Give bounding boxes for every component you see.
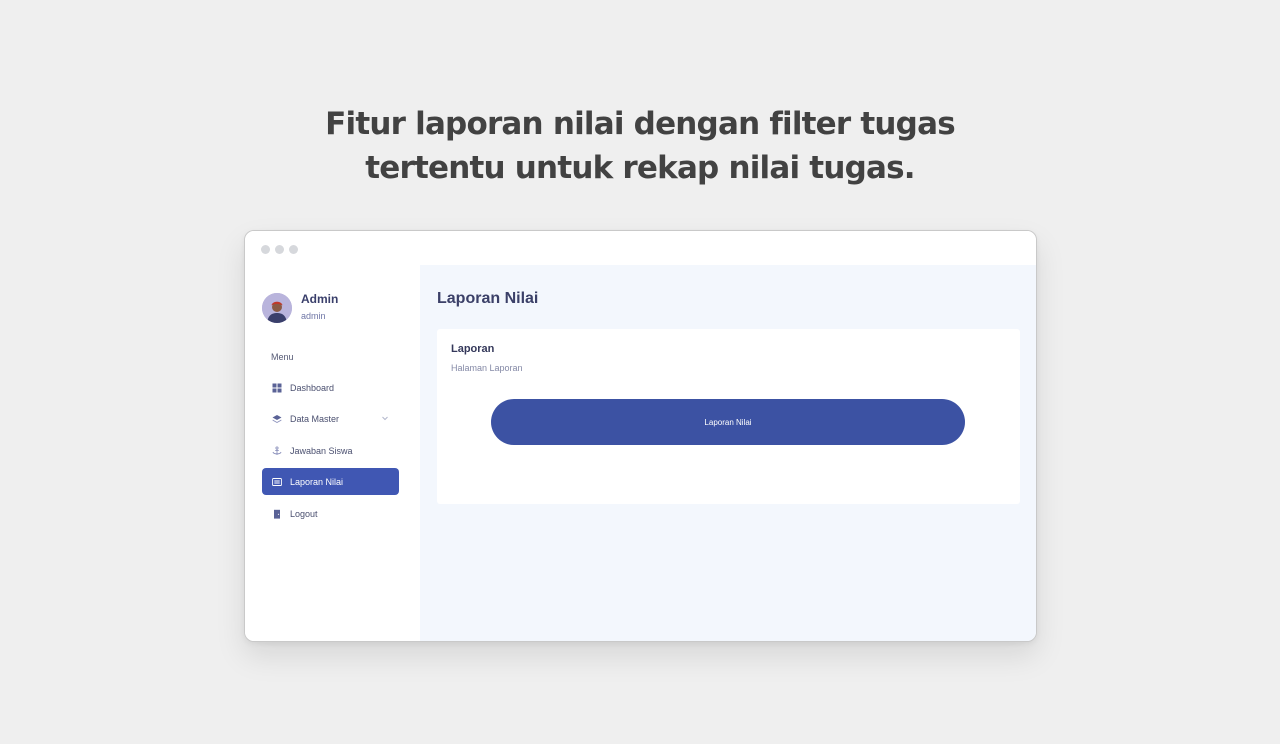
- window-dot-minimize[interactable]: [275, 245, 284, 254]
- headline: Fitur laporan nilai dengan filter tugas …: [0, 102, 1280, 190]
- user-name: Admin: [301, 292, 339, 306]
- headline-line-1: Fitur laporan nilai dengan filter tugas: [325, 106, 956, 142]
- sidebar-item-data-master[interactable]: Data Master: [262, 405, 399, 432]
- user-avatar-icon: [262, 293, 292, 323]
- sidebar-item-label: Laporan Nilai: [290, 476, 344, 487]
- laporan-nilai-button[interactable]: Laporan Nilai: [491, 399, 965, 445]
- window-dot-maximize[interactable]: [289, 245, 298, 254]
- sidebar-item-dashboard[interactable]: Dashboard: [262, 374, 399, 401]
- layers-icon: [272, 414, 282, 424]
- sidebar: Admin admin Menu Dashboard Data Master J…: [245, 265, 420, 641]
- door-icon: [272, 509, 282, 519]
- grid-icon: [272, 383, 282, 393]
- user-role: admin: [301, 311, 326, 321]
- sidebar-item-laporan-nilai[interactable]: Laporan Nilai: [262, 468, 399, 495]
- window-dot-close[interactable]: [261, 245, 270, 254]
- sidebar-item-label: Logout: [290, 508, 318, 519]
- sidebar-item-label: Data Master: [290, 413, 340, 424]
- sidebar-item-label: Dashboard: [290, 382, 335, 393]
- app-window: Admin admin Menu Dashboard Data Master J…: [244, 230, 1037, 642]
- report-card: Laporan Halaman Laporan Laporan Nilai: [437, 329, 1020, 504]
- card-subtitle: Halaman Laporan: [451, 363, 523, 373]
- sidebar-item-logout[interactable]: Logout: [262, 500, 399, 527]
- headline-line-2: tertentu untuk rekap nilai tugas.: [365, 150, 915, 186]
- menu-heading: Menu: [271, 352, 294, 362]
- window-titlebar: [245, 231, 1036, 265]
- main-content: Laporan Nilai Laporan Halaman Laporan La…: [420, 265, 1036, 641]
- card-title: Laporan: [451, 343, 495, 355]
- avatar: [262, 293, 292, 323]
- anchor-icon: [272, 445, 282, 456]
- list-icon: [272, 477, 282, 487]
- chevron-down-icon: [381, 414, 389, 422]
- page-title: Laporan Nilai: [437, 290, 539, 307]
- sidebar-item-jawaban-siswa[interactable]: Jawaban Siswa: [262, 437, 399, 464]
- sidebar-item-label: Jawaban Siswa: [290, 445, 353, 456]
